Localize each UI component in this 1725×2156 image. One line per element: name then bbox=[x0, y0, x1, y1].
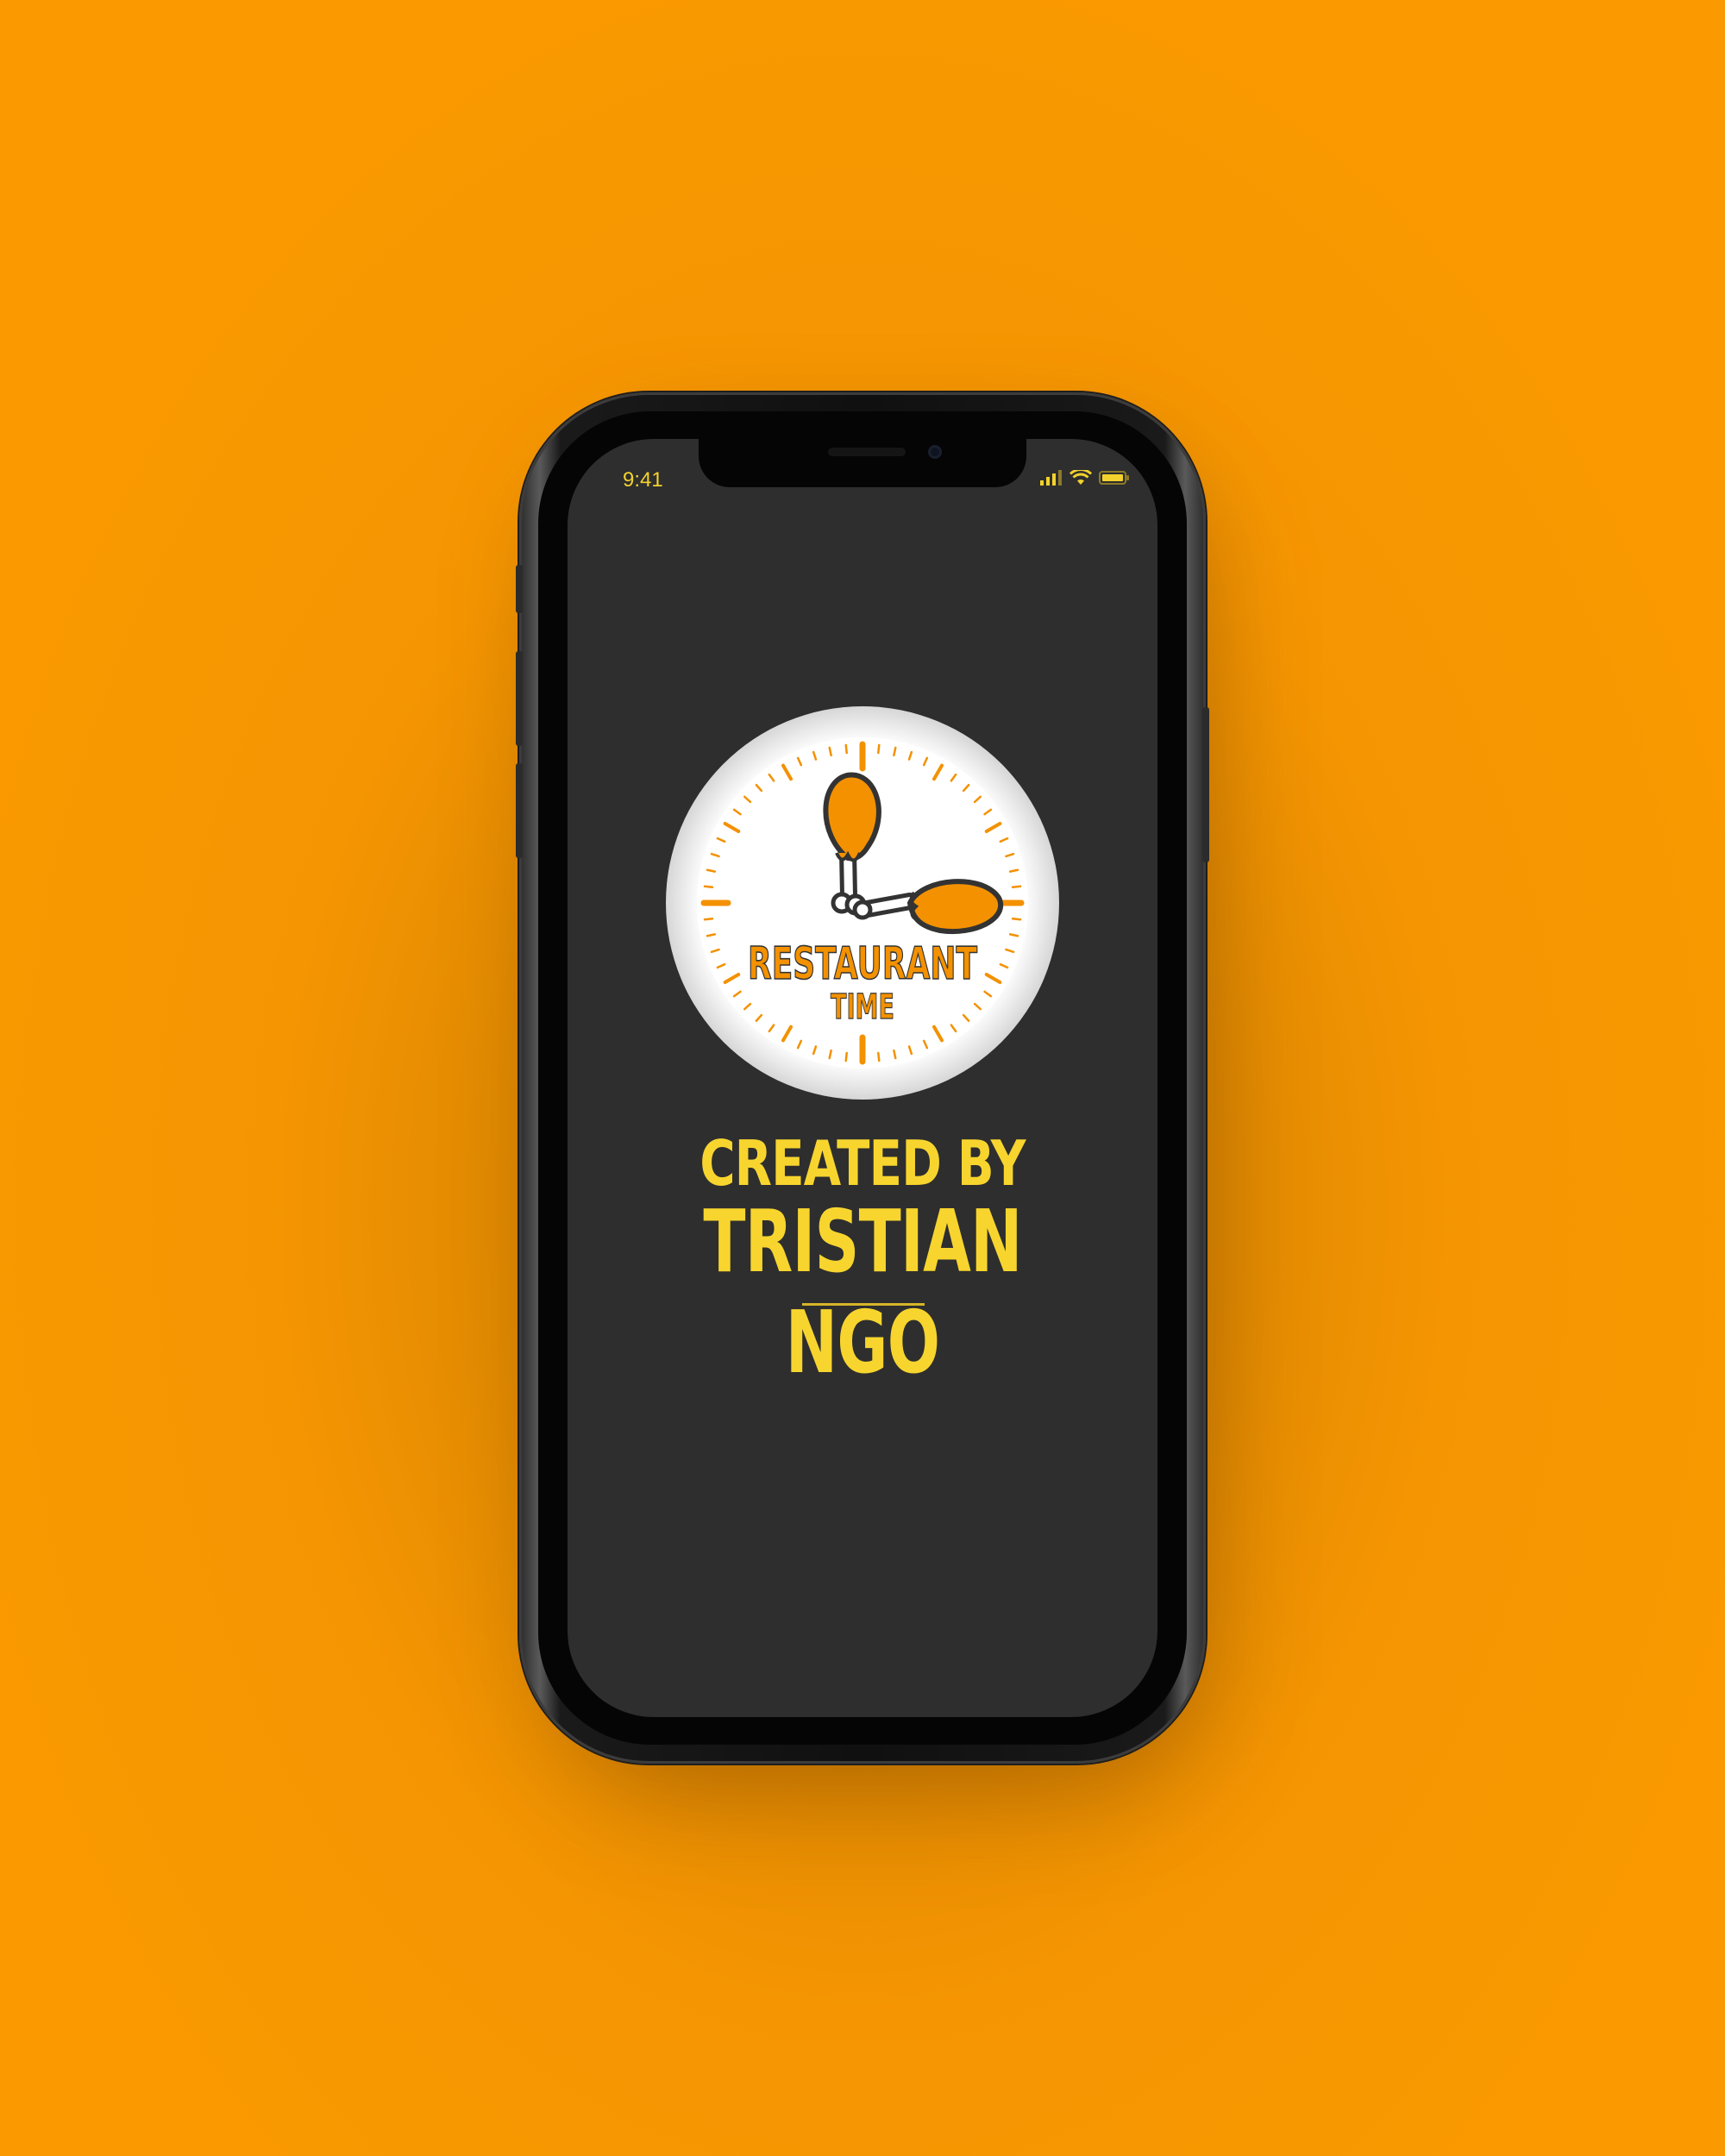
logo-title: RESTAURANT bbox=[748, 938, 977, 990]
clock-tick bbox=[877, 1051, 881, 1062]
wifi-icon bbox=[1070, 470, 1092, 485]
front-camera bbox=[928, 445, 942, 459]
clock-tick bbox=[703, 918, 714, 921]
clock-tick bbox=[844, 1051, 848, 1062]
volume-up-button bbox=[516, 651, 523, 746]
clock-tick bbox=[1011, 918, 1022, 921]
volume-down-button bbox=[516, 763, 523, 858]
mute-switch bbox=[516, 565, 523, 613]
status-icons bbox=[1040, 470, 1130, 486]
status-time: 9:41 bbox=[623, 468, 663, 492]
speaker-grille bbox=[828, 448, 906, 456]
app-screen[interactable]: 9:41 RESTAURANT TIME CREATED BY TRISTIAN… bbox=[568, 439, 1157, 1717]
phone-mockup: 9:41 RESTAURANT TIME CREATED BY TRISTIAN… bbox=[516, 392, 1209, 1764]
divider-line bbox=[802, 1303, 925, 1306]
restaurant-time-logo: RESTAURANT TIME bbox=[666, 706, 1059, 1100]
notch bbox=[699, 439, 1026, 487]
power-button bbox=[1202, 707, 1209, 862]
author-name: TRISTIAN NGO bbox=[703, 1191, 1022, 1393]
clock-tick bbox=[844, 743, 848, 755]
created-by-heading: CREATED BY bbox=[699, 1127, 1026, 1200]
cellular-signal-icon bbox=[1040, 470, 1062, 486]
battery-icon bbox=[1099, 471, 1129, 485]
clock-tick bbox=[877, 743, 881, 755]
logo-subtitle: TIME bbox=[831, 987, 894, 1027]
